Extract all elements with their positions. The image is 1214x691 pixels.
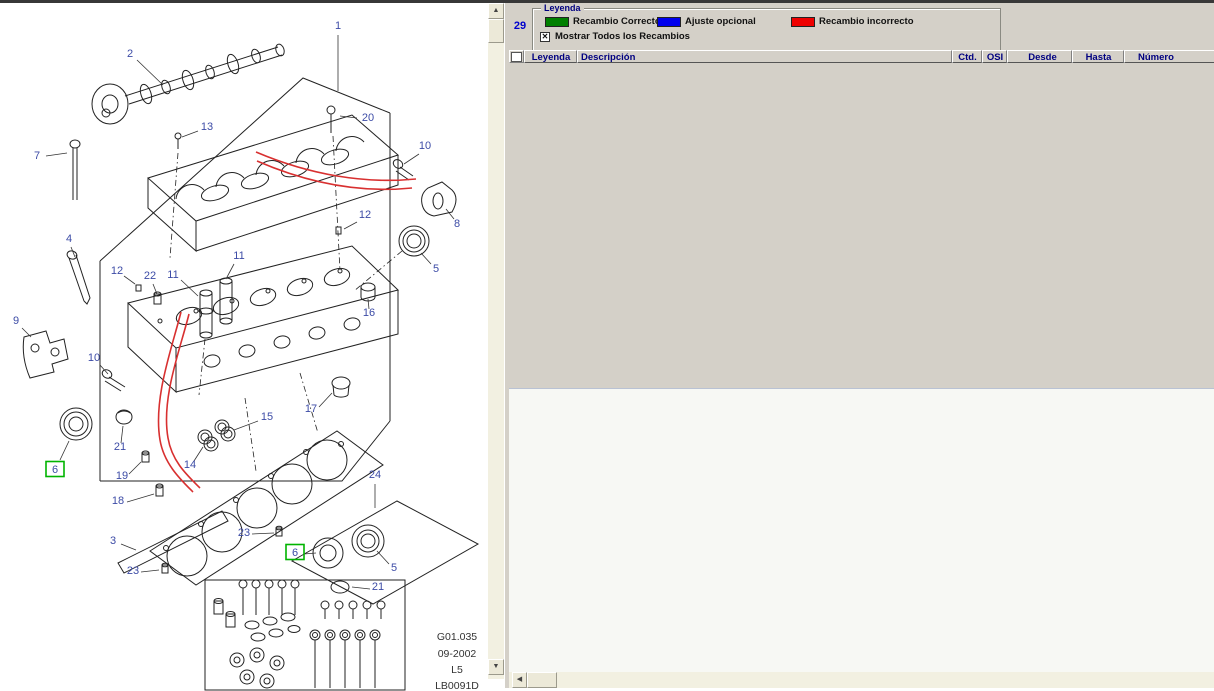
drawing-code-line: G01.035 <box>437 631 477 643</box>
diagram-callout-22[interactable]: 22 <box>144 270 156 282</box>
callout-leader-line <box>181 280 198 296</box>
diagram-callout-1[interactable]: 1 <box>335 20 341 32</box>
exploded-view-drawing: 1220137108125412221111916101721151419618… <box>0 3 488 691</box>
callout-leader-line <box>22 328 31 337</box>
diagram-callout-13[interactable]: 13 <box>201 121 213 133</box>
callout-leader-line <box>252 533 274 534</box>
diagram-callout-23[interactable]: 23 <box>127 565 139 577</box>
diagram-callout-21[interactable]: 21 <box>114 441 126 453</box>
diagram-callout-15[interactable]: 15 <box>261 411 273 423</box>
diagram-vertical-scrollbar[interactable]: ▲ ▼ <box>488 3 504 679</box>
legend-swatch <box>657 17 681 27</box>
legend-items: Recambio Correcto Ajuste opcional Recambio… <box>533 16 1000 28</box>
diagram-callout-8[interactable]: 8 <box>454 218 460 230</box>
drawing-code-line: L5 <box>451 664 463 676</box>
diagram-callout-14[interactable]: 14 <box>184 459 196 471</box>
show-all-parts-checkbox[interactable]: ✕ <box>540 32 550 42</box>
callout-leader-line <box>344 222 357 229</box>
diagram-callout-18[interactable]: 18 <box>112 495 124 507</box>
diagram-callout-11[interactable]: 11 <box>167 269 178 281</box>
drawing-code-line: 09-2002 <box>438 648 477 660</box>
callout-leader-line <box>404 154 419 164</box>
callout-leader-line <box>319 393 332 407</box>
header-leyenda[interactable]: Leyenda <box>524 50 577 63</box>
legend-swatch <box>791 17 815 27</box>
diagram-callout-2[interactable]: 2 <box>127 48 133 60</box>
show-all-parts-checkbox-row: ✕ Mostrar Todos los Recambios <box>540 31 690 42</box>
legend-label: Recambio incorrecto <box>819 16 914 27</box>
diagram-callout-3[interactable]: 3 <box>110 535 116 547</box>
diagram-callout-6[interactable]: 6 <box>52 464 58 476</box>
table-horizontal-scrollbar[interactable]: ◀ <box>509 672 1214 688</box>
diagram-callout-5[interactable]: 5 <box>433 263 439 275</box>
diagram-callout-7[interactable]: 7 <box>34 150 40 162</box>
diagram-callout-6[interactable]: 6 <box>292 547 298 559</box>
parts-table-header: Leyenda Descripción Ctd. OSI Desde Hasta… <box>509 50 1214 63</box>
drawing-code-block: G01.035 09-2002 L5 LB0091D <box>435 631 479 691</box>
callout-leader-line <box>121 544 136 550</box>
legend-label: Recambio Correcto <box>573 16 661 27</box>
diagram-callout-5[interactable]: 5 <box>391 562 397 574</box>
diagram-callout-16[interactable]: 16 <box>363 307 375 319</box>
callout-leader-line <box>182 131 198 137</box>
scroll-left-icon[interactable]: ◀ <box>512 672 527 688</box>
diagram-callout-19[interactable]: 19 <box>116 470 128 482</box>
horizontal-scrollbar-thumb[interactable] <box>527 672 557 688</box>
engine-exploded-drawing <box>23 43 478 690</box>
legend-item: Recambio Correcto <box>545 16 661 27</box>
diagram-callout-10[interactable]: 10 <box>419 140 431 152</box>
legend-item: Ajuste opcional <box>657 16 756 27</box>
header-hasta[interactable]: Hasta <box>1072 50 1124 63</box>
diagram-callout-11[interactable]: 11 <box>233 250 244 262</box>
callout-leader-line <box>124 276 135 284</box>
diagram-callout-24[interactable]: 24 <box>369 469 381 481</box>
diagram-callout-17[interactable]: 17 <box>305 403 317 415</box>
callout-leader-line <box>46 153 67 156</box>
diagram-callout-23[interactable]: 23 <box>238 527 250 539</box>
callout-leader-line <box>127 494 154 502</box>
parts-table: Leyenda Descripción Ctd. OSI Desde Hasta… <box>509 50 1214 63</box>
diagram-callout-12[interactable]: 12 <box>359 209 371 221</box>
callout-leader-line <box>129 462 141 474</box>
scroll-up-icon[interactable]: ▲ <box>488 3 504 19</box>
parts-panel: 29 Leyenda Recambio Correcto Ajuste opcio… <box>509 3 1214 688</box>
diagram-callout-10[interactable]: 10 <box>88 352 100 364</box>
legend-item: Recambio incorrecto <box>791 16 914 27</box>
callout-leader-line <box>141 570 159 572</box>
callout-leader-line <box>234 421 258 430</box>
diagram-callout-9[interactable]: 9 <box>13 315 19 327</box>
header-numero[interactable]: Número <box>1124 50 1214 63</box>
header-descripcion[interactable]: Descripción <box>577 50 952 63</box>
diagram-callout-20[interactable]: 20 <box>362 112 374 124</box>
select-all-header-cell[interactable] <box>509 50 524 63</box>
drawing-code-line: LB0091D <box>435 680 479 691</box>
header-osi[interactable]: OSI <box>982 50 1007 63</box>
callout-leader-line <box>421 253 431 264</box>
callout-leader-line <box>377 551 389 564</box>
legend-title: Leyenda <box>541 3 584 13</box>
red-leader-curves <box>158 152 416 492</box>
select-all-checkbox[interactable] <box>511 52 522 62</box>
callout-leader-line <box>352 587 370 589</box>
header-ctd[interactable]: Ctd. <box>952 50 982 63</box>
empty-table-area <box>509 388 1214 673</box>
diagram-callout-21[interactable]: 21 <box>372 581 384 593</box>
diagram-panel: 1220137108125412221111916101721151419618… <box>0 3 488 688</box>
show-all-parts-label: Mostrar Todos los Recambios <box>555 31 690 42</box>
legend-label: Ajuste opcional <box>685 16 756 27</box>
row-count: 29 <box>510 20 530 32</box>
scroll-down-icon[interactable]: ▼ <box>488 659 504 675</box>
callout-leader-line <box>60 441 69 460</box>
diagram-callouts: 1220137108125412221111916101721151419618… <box>13 20 460 593</box>
callout-leader-line <box>137 60 163 85</box>
diagram-callout-12[interactable]: 12 <box>111 265 123 277</box>
header-desde[interactable]: Desde <box>1007 50 1072 63</box>
diagram-callout-4[interactable]: 4 <box>66 233 72 245</box>
vertical-scrollbar-thumb[interactable] <box>488 19 504 43</box>
legend-swatch <box>545 17 569 27</box>
